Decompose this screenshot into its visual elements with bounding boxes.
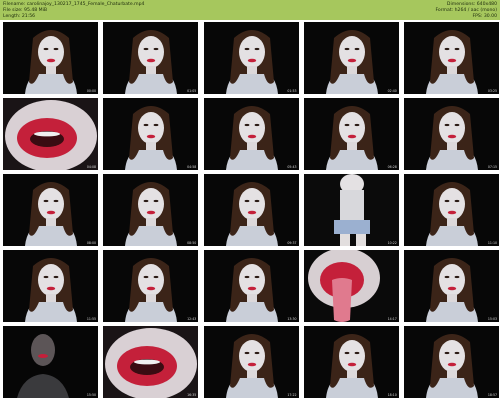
frame-image (203, 22, 299, 94)
video-frame-thumbnail: 15:50 (3, 326, 98, 398)
length-label: Length: 21:56 (3, 14, 36, 19)
video-frame-thumbnail: 03:25 (404, 22, 499, 94)
video-frame-thumbnail: 01:05 (103, 22, 199, 94)
frame-image (3, 326, 98, 398)
frame-timestamp: 02:40 (387, 89, 397, 93)
frame-image (404, 326, 499, 398)
frame-image (3, 22, 98, 94)
frame-image (303, 98, 399, 170)
frame-image (103, 174, 199, 246)
frame-timestamp: 08:00 (86, 241, 96, 245)
video-frame-thumbnail: 09:37 (203, 174, 299, 246)
video-frame-thumbnail: 04:08 (3, 98, 98, 170)
frame-timestamp: 04:58 (187, 165, 197, 169)
frame-image (203, 174, 299, 246)
video-frame-thumbnail: 14:17 (303, 250, 399, 322)
video-frame-thumbnail: 05:43 (203, 98, 299, 170)
frame-image (103, 326, 199, 398)
video-frame-thumbnail: 02:40 (303, 22, 399, 94)
info-header: Filename: carolinajoy_130217_1745_Female… (0, 0, 500, 20)
frame-image (103, 22, 199, 94)
video-frame-thumbnail: 08:50 (103, 174, 199, 246)
video-frame-thumbnail: 07:15 (404, 98, 499, 170)
frame-image (203, 250, 299, 322)
frame-timestamp: 17:22 (287, 393, 297, 397)
frame-timestamp: 13:30 (287, 317, 297, 321)
video-frame-thumbnail: 11:55 (3, 250, 98, 322)
frame-timestamp: 15:03 (487, 317, 497, 321)
frame-image (3, 174, 98, 246)
frame-image (103, 250, 199, 322)
frame-timestamp: 07:15 (487, 165, 497, 169)
video-frame-thumbnail: 10:22 (303, 174, 399, 246)
frame-image (3, 98, 98, 170)
video-frame-thumbnail: 15:03 (404, 250, 499, 322)
frame-image (303, 250, 399, 322)
frame-image (103, 98, 199, 170)
frame-image (303, 174, 399, 246)
frame-image (404, 98, 499, 170)
frame-timestamp: 16:35 (187, 393, 197, 397)
video-frame-thumbnail: 11:10 (404, 174, 499, 246)
frame-image (203, 326, 299, 398)
fps-label: FPS: 30.00 (472, 14, 498, 19)
video-frame-thumbnail: 08:00 (3, 174, 98, 246)
frame-timestamp: 12:43 (187, 317, 197, 321)
frame-timestamp: 00:00 (86, 89, 96, 93)
video-frame-thumbnail: 12:43 (103, 250, 199, 322)
frame-image (303, 326, 399, 398)
frame-image (3, 250, 98, 322)
frame-timestamp: 18:10 (387, 393, 397, 397)
video-frame-thumbnail: 17:22 (203, 326, 299, 398)
frame-image (404, 250, 499, 322)
video-frame-thumbnail: 00:00 (3, 22, 98, 94)
frame-timestamp: 05:43 (287, 165, 297, 169)
video-frame-thumbnail: 13:30 (203, 250, 299, 322)
frame-image (404, 22, 499, 94)
video-frame-thumbnail: 18:10 (303, 326, 399, 398)
frame-timestamp: 08:50 (187, 241, 197, 245)
video-frame-thumbnail: 01:53 (203, 22, 299, 94)
frame-timestamp: 14:17 (387, 317, 397, 321)
thumbnail-grid: 00:00 01:05 01:53 02:40 03:25 04:08 04:5… (0, 22, 500, 401)
video-frame-thumbnail: 18:57 (404, 326, 499, 398)
frame-timestamp: 01:05 (187, 89, 197, 93)
frame-timestamp: 01:53 (287, 89, 297, 93)
frame-timestamp: 04:08 (86, 165, 96, 169)
frame-image (203, 98, 299, 170)
video-frame-thumbnail: 06:28 (303, 98, 399, 170)
frame-timestamp: 10:22 (387, 241, 397, 245)
frame-timestamp: 06:28 (387, 165, 397, 169)
frame-timestamp: 11:10 (487, 241, 497, 245)
contact-sheet: Filename: carolinajoy_130217_1745_Female… (0, 0, 500, 401)
frame-timestamp: 09:37 (287, 241, 297, 245)
frame-image (404, 174, 499, 246)
frame-timestamp: 15:50 (86, 393, 96, 397)
frame-timestamp: 03:25 (487, 89, 497, 93)
frame-image (303, 22, 399, 94)
frame-timestamp: 18:57 (487, 393, 497, 397)
video-frame-thumbnail: 04:58 (103, 98, 199, 170)
frame-timestamp: 11:55 (86, 317, 96, 321)
video-frame-thumbnail: 16:35 (103, 326, 199, 398)
